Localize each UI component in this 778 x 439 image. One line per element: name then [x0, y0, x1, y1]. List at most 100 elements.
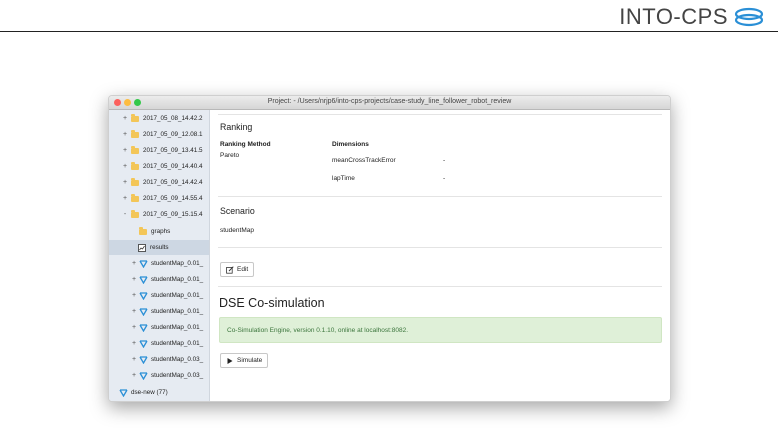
- into-cps-logo-icon: [734, 7, 764, 27]
- simulate-button-label: Simulate: [237, 357, 263, 364]
- dimensions-label: Dimensions: [332, 141, 369, 148]
- model-icon: [139, 275, 148, 284]
- expand-toggle[interactable]: +: [130, 324, 138, 331]
- collapse-toggle[interactable]: -: [121, 211, 129, 218]
- tree-item-dse-new[interactable]: dse-new (77): [118, 385, 168, 400]
- folder-icon: [131, 178, 139, 186]
- expand-toggle[interactable]: +: [130, 276, 138, 283]
- results-icon: [138, 243, 146, 252]
- header-divider: [0, 31, 778, 32]
- ranking-title: Ranking: [220, 122, 253, 132]
- cosim-status-text: Co-Simulation Engine, version 0.1.10, on…: [227, 326, 409, 334]
- tree-item[interactable]: - 2017_05_09_15.15.4: [121, 207, 203, 222]
- brand-header: INTO-CPS: [619, 4, 766, 30]
- expand-toggle[interactable]: +: [121, 163, 129, 170]
- expand-toggle[interactable]: +: [130, 308, 138, 315]
- edit-button-label: Edit: [237, 266, 249, 273]
- page: INTO-CPS Project: - /Users/nrjp6/into-cp…: [0, 0, 778, 439]
- folder-icon: [131, 162, 139, 170]
- ranking-method-value: Pareto: [220, 152, 240, 159]
- expand-toggle[interactable]: +: [121, 179, 129, 186]
- expand-toggle[interactable]: +: [130, 340, 138, 347]
- main-content: Ranking Ranking Method Pareto Dimensions…: [210, 110, 670, 401]
- expand-toggle[interactable]: +: [121, 131, 129, 138]
- tree-item-label: studentMap_0.03_: [151, 372, 204, 379]
- tree-item[interactable]: + 2017_05_09_14.55.4: [121, 191, 203, 206]
- tree-item[interactable]: + 2017_05_09_14.42.4: [121, 175, 203, 190]
- scenario-title: Scenario: [220, 206, 255, 216]
- model-icon: [139, 323, 148, 332]
- divider: [218, 286, 662, 287]
- divider: [218, 114, 662, 115]
- tree-item-label: 2017_05_09_14.55.4: [143, 195, 203, 202]
- scenario-value: studentMap: [220, 227, 254, 234]
- model-icon: [139, 371, 148, 380]
- tree-item-label: studentMap_0.01_: [151, 260, 204, 267]
- expand-toggle[interactable]: +: [130, 260, 138, 267]
- tree-item[interactable]: + studentMap_0.01_: [130, 272, 203, 287]
- model-icon: [139, 355, 148, 364]
- tree-item[interactable]: + studentMap_0.01_: [130, 336, 203, 351]
- dse-cosim-title: DSE Co-simulation: [219, 296, 325, 310]
- expand-toggle[interactable]: +: [130, 292, 138, 299]
- edit-icon: [226, 265, 234, 274]
- tree-item-label: 2017_05_09_14.40.4: [143, 163, 203, 170]
- window-titlebar[interactable]: Project: - /Users/nrjp6/into-cps-project…: [109, 96, 670, 110]
- tree-item-results[interactable]: results: [109, 240, 209, 255]
- tree-item-label: 2017_05_09_12.08.1: [143, 131, 203, 138]
- ranking-method-label: Ranking Method: [220, 141, 271, 148]
- model-icon: [119, 388, 128, 397]
- simulate-button[interactable]: Simulate: [220, 353, 269, 368]
- dimension-name: meanCrossTrackError: [332, 157, 396, 164]
- app-window: Project: - /Users/nrjp6/into-cps-project…: [108, 95, 671, 402]
- divider: [218, 247, 662, 248]
- dimension-name: lapTime: [332, 175, 355, 182]
- cosim-status-alert: Co-Simulation Engine, version 0.1.10, on…: [219, 317, 662, 343]
- play-icon: [227, 357, 233, 364]
- model-icon: [139, 259, 148, 268]
- tree-item-label: studentMap_0.01_: [151, 324, 204, 331]
- folder-icon: [131, 146, 139, 154]
- expand-toggle[interactable]: +: [121, 147, 129, 154]
- edit-button[interactable]: Edit: [220, 262, 255, 277]
- expand-toggle[interactable]: +: [121, 195, 129, 202]
- folder-icon: [131, 194, 139, 202]
- tree-item[interactable]: + studentMap_0.03_: [130, 352, 203, 367]
- tree-item[interactable]: + studentMap_0.03_: [130, 368, 203, 383]
- project-tree-sidebar[interactable]: + 2017_05_08_14.42.2 + 2017_05_09_12.08.…: [109, 110, 210, 401]
- folder-icon: [131, 114, 139, 122]
- expand-toggle[interactable]: +: [121, 115, 129, 122]
- tree-item-label: 2017_05_08_14.42.2: [143, 115, 203, 122]
- tree-item[interactable]: + 2017_05_09_14.40.4: [121, 159, 203, 174]
- tree-item[interactable]: + 2017_05_09_12.08.1: [121, 127, 203, 142]
- expand-toggle[interactable]: +: [130, 372, 138, 379]
- brand-name: INTO-CPS: [619, 4, 728, 29]
- tree-item-label: results: [150, 244, 169, 251]
- tree-item-graphs[interactable]: graphs: [137, 224, 170, 239]
- folder-icon: [131, 210, 139, 218]
- tree-item[interactable]: + studentMap_0.01_: [130, 320, 203, 335]
- tree-item[interactable]: + 2017_05_09_13.41.5: [121, 143, 203, 158]
- model-icon: [139, 307, 148, 316]
- tree-item-label: studentMap_0.01_: [151, 292, 204, 299]
- folder-icon: [139, 227, 147, 235]
- folder-icon: [131, 130, 139, 138]
- tree-item-label: studentMap_0.01_: [151, 308, 204, 315]
- tree-item[interactable]: + studentMap_0.01_: [130, 304, 203, 319]
- tree-item-label: dse-new (77): [131, 389, 168, 396]
- tree-item[interactable]: + studentMap_0.01_: [130, 288, 203, 303]
- dimension-value: -: [443, 175, 446, 182]
- tree-item-label: studentMap_0.01_: [151, 276, 204, 283]
- dimension-value: -: [443, 157, 446, 164]
- tree-item-label: studentMap_0.01_: [151, 340, 204, 347]
- expand-toggle[interactable]: +: [130, 356, 138, 363]
- tree-item[interactable]: + 2017_05_08_14.42.2: [121, 111, 203, 126]
- model-icon: [139, 291, 148, 300]
- divider: [218, 196, 662, 197]
- tree-item-label: studentMap_0.03_: [151, 356, 204, 363]
- tree-item[interactable]: + studentMap_0.01_: [130, 256, 203, 271]
- tree-item-label: 2017_05_09_14.42.4: [143, 179, 203, 186]
- model-icon: [139, 339, 148, 348]
- window-body: + 2017_05_08_14.42.2 + 2017_05_09_12.08.…: [109, 110, 670, 401]
- window-title: Project: - /Users/nrjp6/into-cps-project…: [267, 98, 512, 105]
